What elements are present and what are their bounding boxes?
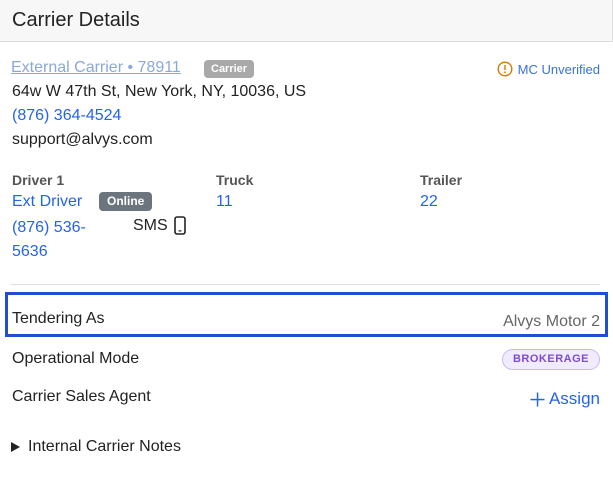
panel-header: Carrier Details: [0, 0, 613, 42]
page-title: Carrier Details: [12, 9, 140, 31]
driver-phone-link[interactable]: (876) 536-5636: [12, 216, 112, 264]
sales-agent-label: Carrier Sales Agent: [12, 388, 151, 405]
sms-label: SMS: [133, 216, 168, 234]
internal-notes-toggle[interactable]: Internal Carrier Notes: [11, 438, 181, 456]
truck-number-link[interactable]: 11: [216, 193, 233, 211]
truck-label: Truck: [216, 172, 254, 188]
carrier-name-link[interactable]: External Carrier • 78911: [11, 59, 181, 77]
assign-label: Assign: [548, 389, 600, 408]
operational-mode-label: Operational Mode: [12, 350, 140, 367]
plus-icon: [530, 392, 545, 406]
triangle-right-icon: [11, 442, 20, 452]
driver-status-badge: Online: [99, 192, 153, 211]
section-divider: [11, 284, 600, 285]
internal-notes-label: Internal Carrier Notes: [28, 438, 181, 455]
trailer-number-link[interactable]: 22: [420, 193, 438, 211]
assign-agent-button[interactable]: Assign: [530, 389, 600, 409]
carrier-type-badge: Carrier: [204, 60, 255, 78]
operational-mode-badge: BROKERAGE: [501, 349, 600, 370]
trailer-label: Trailer: [420, 172, 463, 188]
mc-status: MC Unverified: [497, 61, 600, 77]
mc-status-label: MC Unverified: [517, 61, 600, 77]
tendering-value: Alvys Motor 2: [503, 313, 600, 330]
carrier-address: 64w W 47th St, New York, NY, 10036, US: [12, 83, 307, 100]
alert-circle-icon: [497, 61, 513, 77]
carrier-phone-link[interactable]: (876) 364-4524: [12, 107, 121, 125]
sms-button[interactable]: SMS: [133, 216, 186, 235]
mobile-phone-icon: [173, 216, 186, 235]
driver-name-link[interactable]: Ext Driver: [12, 193, 82, 211]
tendering-label: Tendering As: [12, 310, 105, 327]
carrier-email: support@alvys.com: [12, 131, 153, 148]
driver-label: Driver 1: [12, 172, 65, 188]
